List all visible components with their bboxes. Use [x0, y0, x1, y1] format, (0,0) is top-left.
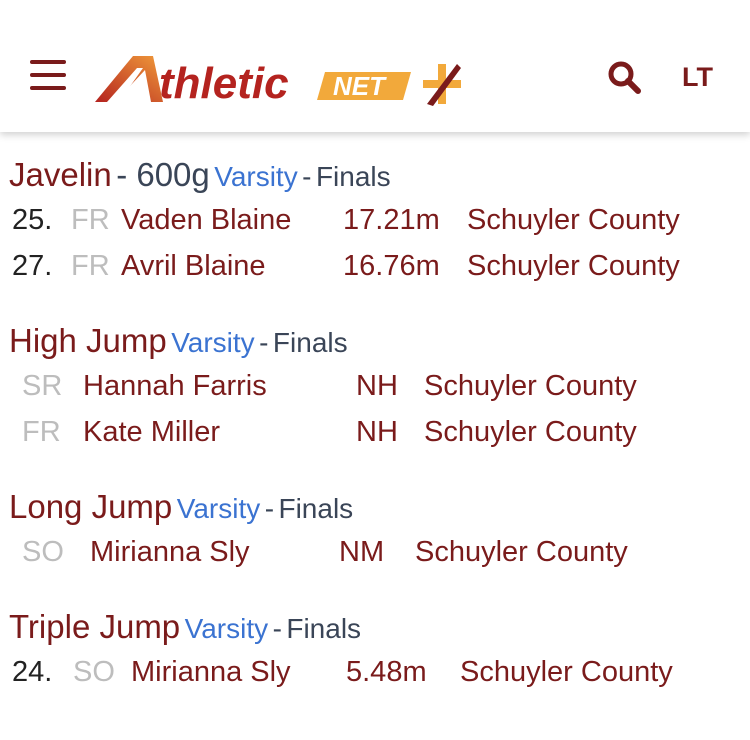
result-athlete[interactable]: Hannah Farris: [83, 370, 267, 403]
account-button[interactable]: LT: [682, 62, 713, 93]
result-athlete[interactable]: Mirianna Sly: [90, 536, 250, 569]
result-mark: 5.48m: [346, 656, 427, 688]
result-team[interactable]: Schuyler County: [415, 536, 628, 569]
event-round: Finals: [286, 613, 362, 644]
logo-wordmark: thletic: [159, 59, 289, 108]
menu-bar-line: [30, 60, 66, 64]
result-athlete[interactable]: Vaden Blaine: [121, 204, 291, 237]
logo-badge-text: NET: [333, 71, 387, 101]
result-place: 27.: [12, 250, 53, 282]
result-team[interactable]: Schuyler County: [467, 250, 680, 283]
event-heading-long-jump: Long Jump Varsity - Finals: [9, 488, 353, 526]
event-name[interactable]: Long Jump: [9, 488, 172, 525]
plus-icon: [423, 64, 461, 106]
event-level[interactable]: Varsity: [214, 161, 298, 192]
result-team[interactable]: Schuyler County: [424, 370, 637, 403]
result-mark: NH: [356, 416, 398, 448]
result-place: 25.: [12, 204, 53, 236]
result-athlete[interactable]: Kate Miller: [83, 416, 220, 449]
hamburger-menu-button[interactable]: [30, 60, 68, 94]
event-separator: -: [259, 327, 269, 358]
result-mark: NH: [356, 370, 398, 402]
event-separator: -: [272, 613, 282, 644]
athletic-net-logo[interactable]: thletic NET: [93, 52, 473, 108]
result-grade: SO: [22, 536, 64, 568]
event-level[interactable]: Varsity: [177, 493, 261, 524]
menu-bar-line: [30, 86, 66, 90]
event-separator: -: [264, 493, 275, 524]
event-round: Finals: [278, 493, 354, 524]
event-name[interactable]: Triple Jump: [9, 608, 180, 645]
result-athlete[interactable]: Avril Blaine: [121, 250, 266, 283]
result-team[interactable]: Schuyler County: [460, 656, 673, 689]
result-grade: SR: [22, 370, 63, 402]
result-grade: FR: [71, 250, 110, 282]
result-mark: 16.76m: [343, 250, 440, 282]
event-round: Finals: [315, 161, 391, 192]
result-grade: SO: [73, 656, 115, 688]
event-heading-javelin: Javelin - 600g Varsity - Finals: [9, 156, 391, 194]
event-name[interactable]: Javelin: [9, 156, 112, 193]
event-heading-triple-jump: Triple Jump Varsity - Finals: [9, 608, 361, 646]
logo-a-mark: [95, 56, 163, 102]
result-mark: 17.21m: [343, 204, 440, 236]
result-team[interactable]: Schuyler County: [424, 416, 637, 449]
menu-bar-line: [30, 73, 66, 77]
result-place: 24.: [12, 656, 53, 688]
result-mark: NM: [339, 536, 385, 568]
result-grade: FR: [22, 416, 61, 448]
event-weight: - 600g: [116, 156, 210, 193]
result-team[interactable]: Schuyler County: [467, 204, 680, 237]
event-level[interactable]: Varsity: [185, 613, 269, 644]
event-heading-high-jump: High Jump Varsity - Finals: [9, 322, 348, 360]
event-level[interactable]: Varsity: [171, 327, 255, 358]
search-button[interactable]: [607, 60, 643, 96]
event-round: Finals: [272, 327, 348, 358]
result-athlete[interactable]: Mirianna Sly: [131, 656, 291, 689]
event-separator: -: [302, 161, 312, 192]
result-grade: FR: [71, 204, 110, 236]
app-header: thletic NET LT: [0, 0, 750, 132]
event-name[interactable]: High Jump: [9, 322, 167, 359]
logo-net-badge: NET: [317, 71, 411, 101]
search-icon: [608, 61, 641, 94]
